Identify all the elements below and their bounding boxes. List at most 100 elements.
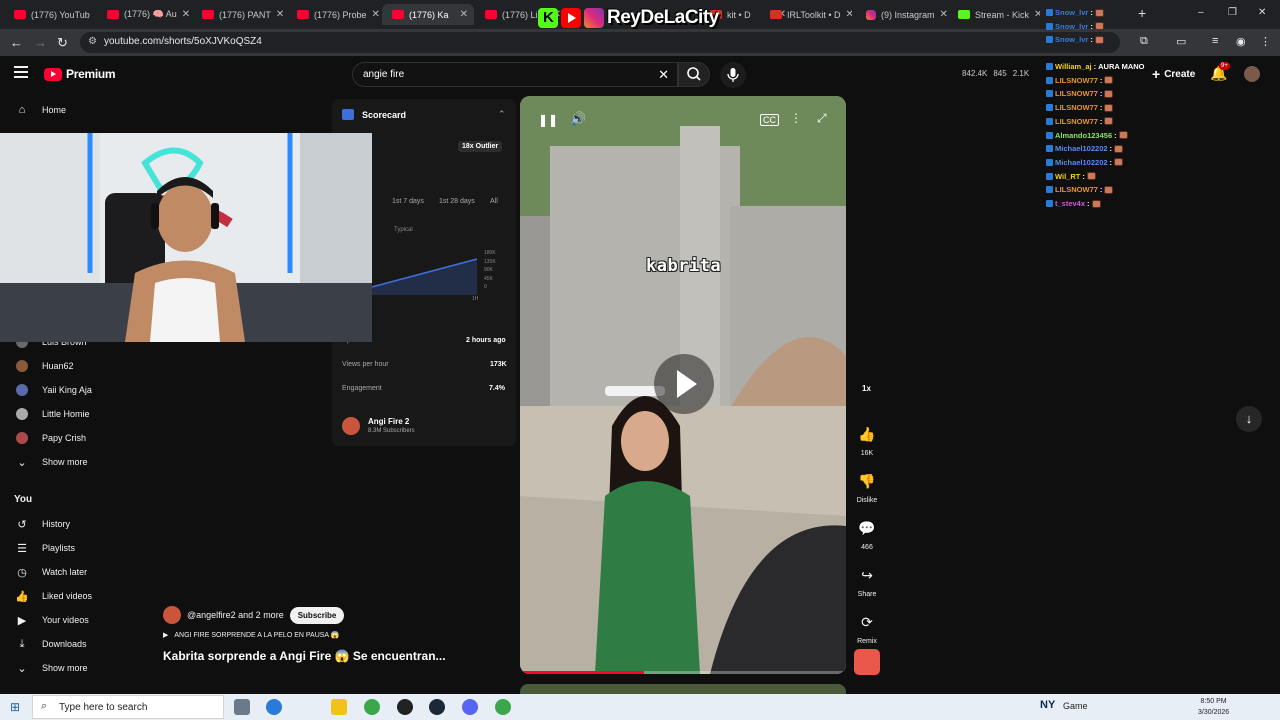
edge-icon[interactable] <box>266 699 282 715</box>
game-widget-label[interactable]: Game <box>1063 701 1088 711</box>
subscribe-button[interactable]: Subscribe <box>289 606 345 624</box>
sidebar-item-home[interactable]: ⌂ Home <box>0 99 136 121</box>
sidebar-item-history[interactable]: ↺ History <box>0 513 136 535</box>
sidebar-item-downloads[interactable]: ⤓ Downloads <box>0 633 136 655</box>
browser-tab[interactable]: IRLToolkit • D ✕ <box>760 4 852 25</box>
browser-tab[interactable]: Stream - Kick ✕ <box>948 4 1040 25</box>
comments-action[interactable]: 💬 466 <box>853 514 881 551</box>
collapse-chevron-icon[interactable]: ⌃ <box>498 109 506 120</box>
share-action[interactable]: ↪ Share <box>853 561 881 598</box>
next-short-preview[interactable] <box>520 684 846 694</box>
legend-typical: Typical <box>394 227 413 233</box>
browser-tab[interactable]: (1776) Ka ✕ <box>382 4 474 25</box>
playback-speed[interactable]: 1x <box>862 384 871 393</box>
voice-search-button[interactable] <box>720 62 746 88</box>
account-avatar[interactable] <box>1244 66 1260 82</box>
sidebar-item-subscription[interactable]: Little Homie <box>0 403 136 425</box>
sidebar-item-show-more-2[interactable]: ⌄ Show more <box>0 657 136 679</box>
hamburger-menu-icon[interactable] <box>14 66 28 81</box>
browser-tab[interactable]: (1776) Probe ✕ <box>287 4 379 25</box>
tab-label: (1776) YouTub <box>31 9 90 20</box>
site-info-icon[interactable]: ⚙ <box>88 36 97 47</box>
sidebar-item-playlists[interactable]: ☰ Playlists <box>0 537 136 559</box>
close-window-icon[interactable]: ✕ <box>1258 7 1266 18</box>
restore-icon[interactable]: ❐ <box>1228 7 1237 18</box>
sidebar-item-show-more[interactable]: ⌄ Show more <box>0 451 136 473</box>
video-title[interactable]: Kabrita sorprende a Angi Fire 😱 Se encue… <box>163 649 446 663</box>
close-tab-icon[interactable]: ✕ <box>95 9 96 20</box>
close-tab-icon[interactable]: ✕ <box>182 9 189 20</box>
youtube-logo[interactable]: Premium <box>44 67 116 81</box>
sidebar-item-liked-videos[interactable]: 👍 Liked videos <box>0 585 136 607</box>
liked-videos-icon: 👍 <box>15 590 29 603</box>
chrome-icon-2[interactable] <box>495 699 511 715</box>
like-action[interactable]: 👍 16K <box>853 420 881 457</box>
search-button[interactable] <box>678 62 710 87</box>
channel-handles[interactable]: @angelfire2 and 2 more <box>187 610 284 620</box>
comments-icon[interactable]: 💬 <box>853 514 881 542</box>
back-icon[interactable]: ← <box>10 35 23 50</box>
browser-tab[interactable]: (1776) PANT ✕ <box>192 4 284 25</box>
sidebar-item-subscription[interactable]: Yaii King Aja <box>0 379 136 401</box>
browser-tab[interactable]: (9) Instagram ✕ <box>856 4 948 25</box>
chat-emote-icon <box>1104 185 1114 194</box>
share-icon[interactable]: ↪ <box>853 561 881 589</box>
short-video-player[interactable]: ❚❚ 🔊 CC ⋮ ⤢ kabrita <box>520 96 846 674</box>
remix-action[interactable]: ⟳ Remix <box>853 608 881 645</box>
browser-tab[interactable]: (1776) YouTub ✕ <box>4 4 96 25</box>
range-all[interactable]: All <box>490 198 498 205</box>
task-view-icon[interactable] <box>234 699 250 715</box>
url-field[interactable]: ⚙ youtube.com/shorts/5oXJVKoQSZ4 <box>80 32 1120 53</box>
chrome-icon[interactable] <box>364 699 380 715</box>
more-icon[interactable]: ⋮ <box>1260 35 1271 48</box>
reload-icon[interactable]: ↻ <box>57 35 68 51</box>
search-input[interactable]: angie fire ✕ <box>352 62 678 87</box>
dislike-action[interactable]: 👎 Dislike <box>853 467 881 504</box>
taskbar-search-input[interactable]: ⌕ Type here to search <box>32 695 224 719</box>
clear-search-icon[interactable]: ✕ <box>658 67 669 83</box>
video-progress-bar[interactable] <box>520 671 846 674</box>
channel-avatars[interactable] <box>163 606 181 624</box>
steam-icon[interactable] <box>429 699 445 715</box>
browser-tab[interactable]: (1776) 🧠 Au ✕ <box>97 4 189 25</box>
forward-icon[interactable]: → <box>34 35 47 50</box>
scorecard-channel-name[interactable]: Angi Fire 2 <box>368 417 409 426</box>
windows-start-icon[interactable]: ⊞ <box>10 700 20 714</box>
url-text: youtube.com/shorts/5oXJVKoQSZ4 <box>104 36 262 47</box>
sidebar-item-subscription[interactable]: Papy Crish <box>0 427 136 449</box>
captions-icon[interactable]: CC <box>760 114 779 126</box>
file-explorer-icon[interactable] <box>331 699 347 715</box>
close-tab-icon[interactable]: ✕ <box>372 9 379 20</box>
close-tab-icon[interactable]: ✕ <box>846 9 853 20</box>
play-button[interactable] <box>654 354 714 414</box>
remix-icon[interactable]: ⟳ <box>853 608 881 636</box>
sidebar-item-your-videos[interactable]: ▶ Your videos <box>0 609 136 631</box>
like-icon[interactable]: 👍 <box>853 420 881 448</box>
close-tab-icon[interactable]: ✕ <box>940 9 948 20</box>
chat-badge-icon <box>1046 76 1053 84</box>
sidebar-item-watch-later[interactable]: ◷ Watch later <box>0 561 136 583</box>
next-video-arrow-icon[interactable]: ↓ <box>1236 406 1262 432</box>
range-7-days[interactable]: 1st 7 days <box>392 198 424 205</box>
close-tab-icon[interactable]: ✕ <box>276 9 284 20</box>
range-28-days[interactable]: 1st 28 days <box>439 198 475 205</box>
pause-icon[interactable]: ❚❚ <box>538 113 558 127</box>
system-clock[interactable]: 8:50 PM 3/30/2026 <box>1198 696 1229 718</box>
volume-icon[interactable]: 🔊 <box>570 111 586 127</box>
chat-username: Michael102202 <box>1055 144 1108 154</box>
audio-tag-line[interactable]: ▶ ANGI FIRE SORPRENDE A LA PELO EN PAUSA… <box>163 631 339 639</box>
channel-avatar[interactable] <box>342 417 360 435</box>
kick-logo: K <box>538 8 558 28</box>
obs-icon[interactable] <box>397 699 413 715</box>
audio-track-thumbnail[interactable] <box>854 649 880 675</box>
sidebar-item-subscription[interactable]: Huan62 <box>0 355 136 377</box>
you-section-heading[interactable]: You <box>14 494 32 505</box>
close-tab-icon[interactable]: ✕ <box>460 9 474 20</box>
discord-icon[interactable] <box>462 699 478 715</box>
dislike-icon[interactable]: 👎 <box>853 467 881 495</box>
search-icon <box>687 67 701 81</box>
fullscreen-icon[interactable]: ⤢ <box>817 111 827 126</box>
chat-badge-icon <box>1046 200 1053 207</box>
profile-icon[interactable]: ◉ <box>1236 35 1246 48</box>
more-options-icon[interactable]: ⋮ <box>790 111 802 125</box>
